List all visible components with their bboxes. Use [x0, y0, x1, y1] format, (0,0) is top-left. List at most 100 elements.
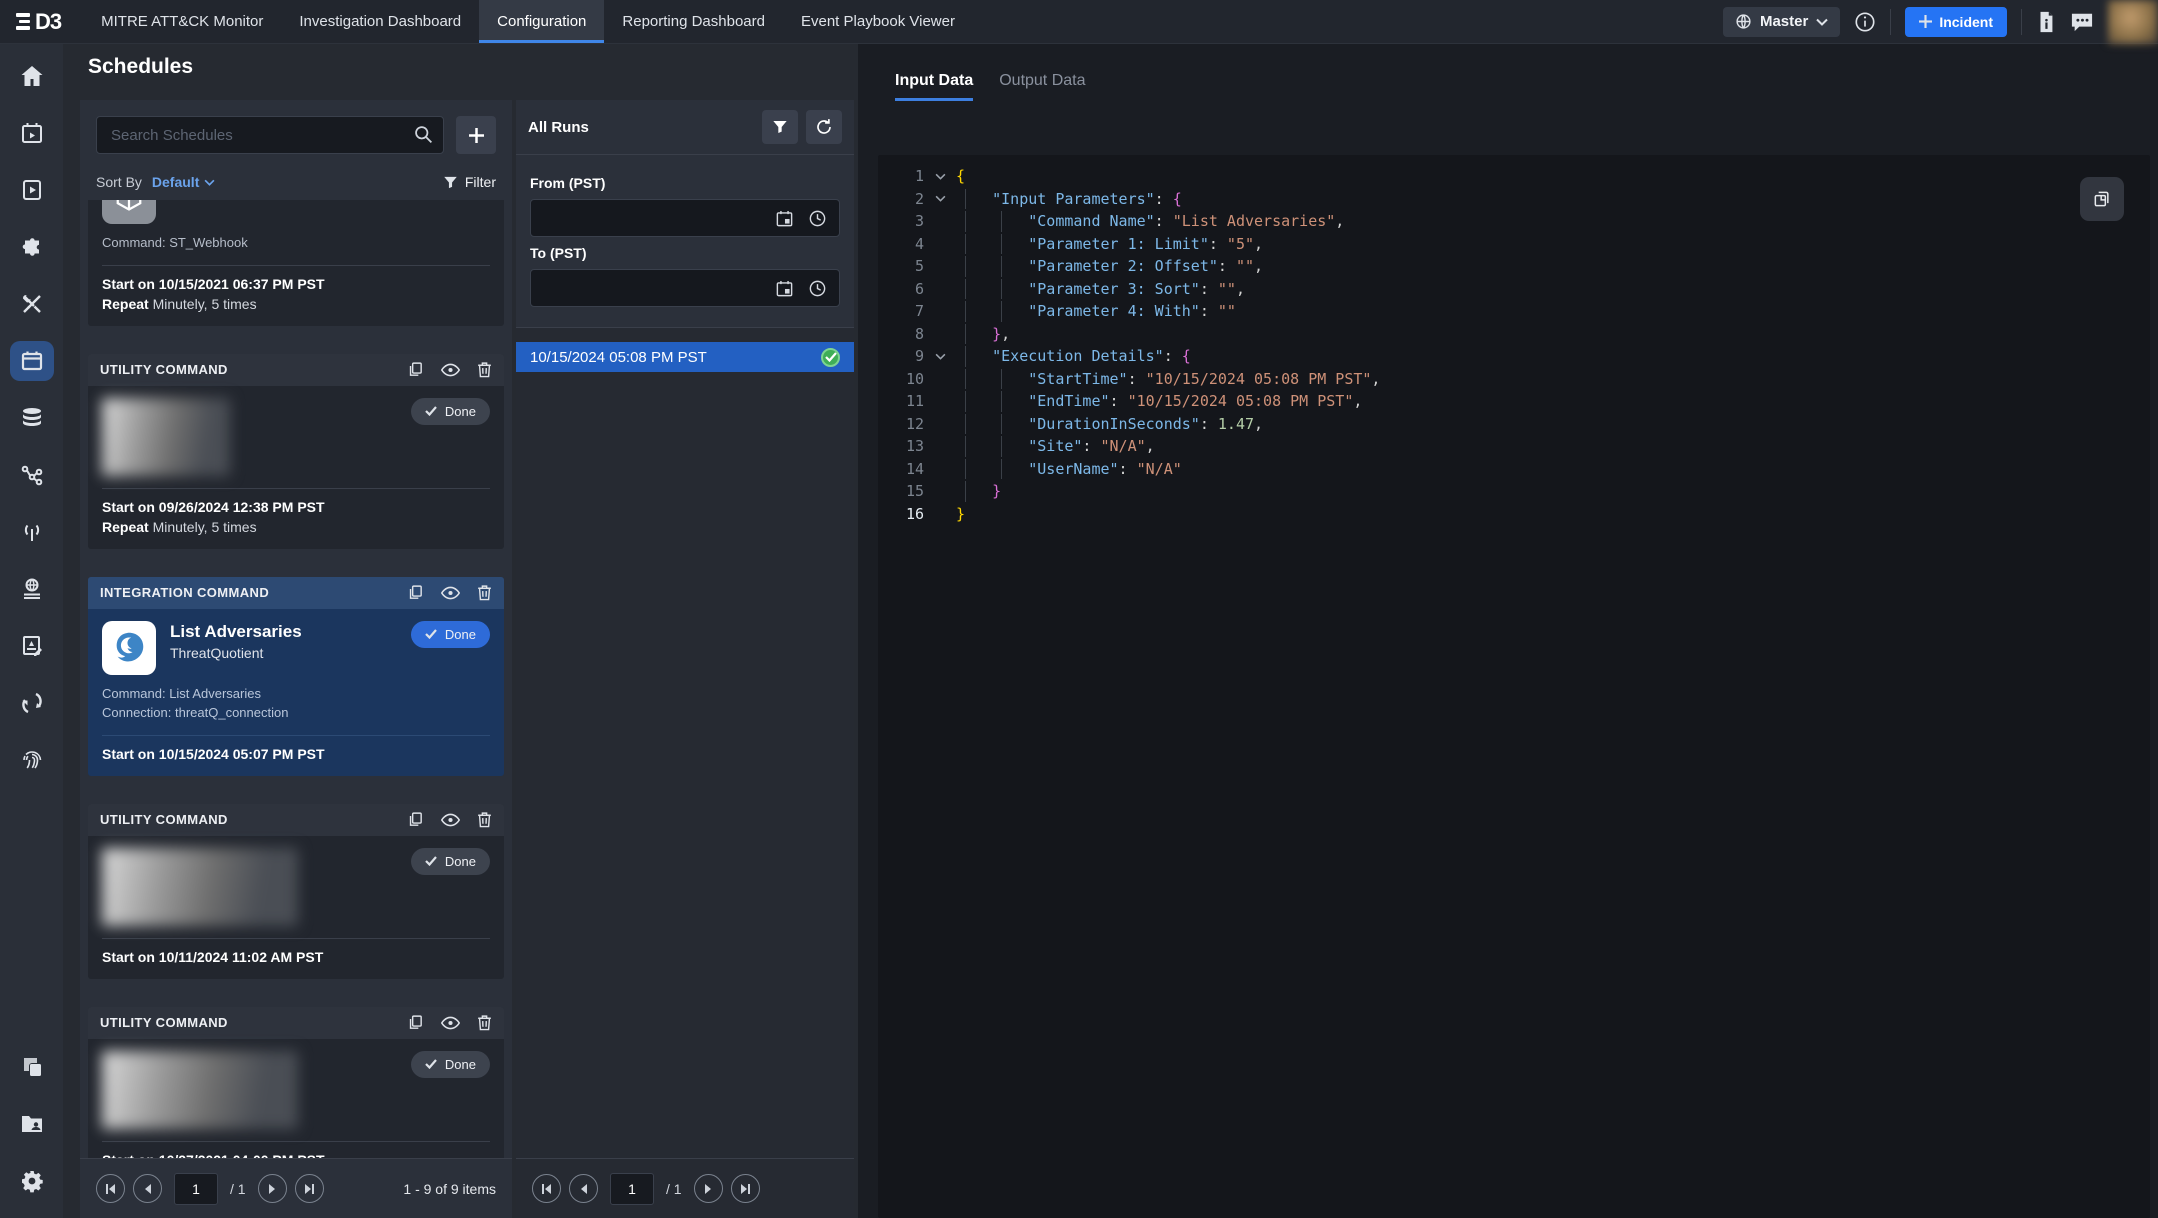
nav-item-configuration[interactable]: Configuration	[479, 0, 605, 43]
schedule-card-header: UTILITY COMMAND	[88, 1006, 504, 1039]
indent-guide	[965, 436, 967, 457]
sidebar-item-windows-copy[interactable]	[10, 1047, 54, 1087]
copy-code-button[interactable]	[2080, 177, 2124, 221]
sidebar-item-broadcast[interactable]	[10, 512, 54, 552]
calendar-icon[interactable]	[775, 209, 794, 228]
tab-output-data[interactable]: Output Data	[999, 72, 1085, 101]
sidebar-item-fingerprint[interactable]	[10, 740, 54, 780]
delete-trash-icon[interactable]	[477, 361, 492, 378]
token: ""	[1217, 279, 1236, 298]
repeat-label: Repeat Minutely, 5 times	[102, 518, 257, 535]
search-input[interactable]	[96, 116, 444, 154]
runs-refresh-button[interactable]	[806, 110, 842, 144]
schedule-card[interactable]: UTILITY COMMAND DoneStart on 10/27/2021 0…	[88, 1006, 504, 1158]
schedule-card[interactable]: –Done Command: ST_Webhook Start on 10/15/2…	[88, 200, 504, 326]
next-page-button[interactable]	[257, 1174, 287, 1203]
page-number-input[interactable]: 1	[174, 1172, 218, 1205]
first-page-button[interactable]	[96, 1174, 125, 1203]
runs-filter-button[interactable]	[762, 110, 798, 144]
nav-item-reporting-dashboard[interactable]: Reporting Dashboard	[604, 0, 783, 43]
nav-item-event-playbook-viewer[interactable]: Event Playbook Viewer	[783, 0, 973, 43]
fold-chevron-icon[interactable]	[924, 345, 956, 368]
clock-icon[interactable]	[808, 209, 827, 228]
duplicate-icon[interactable]	[407, 584, 424, 601]
indent-guide	[965, 368, 967, 389]
view-eye-icon[interactable]	[441, 584, 460, 601]
view-eye-icon[interactable]	[441, 361, 460, 378]
fold-chevron-icon[interactable]	[924, 165, 956, 188]
delete-trash-icon[interactable]	[477, 584, 492, 601]
nav-item-investigation-dashboard[interactable]: Investigation Dashboard	[281, 0, 479, 43]
fold-chevron-icon[interactable]	[924, 188, 956, 211]
sidebar-item-settings-gear[interactable]	[10, 1161, 54, 1201]
delete-trash-icon[interactable]	[477, 811, 492, 828]
line-number: 6	[914, 279, 924, 298]
token: "10/15/2024 05:08 PM PST"	[1127, 392, 1354, 410]
code-line: 15}	[878, 480, 2150, 503]
sidebar-item-home[interactable]	[10, 56, 54, 96]
schedule-card[interactable]: UTILITY COMMAND Done Start on 10/11/2024 1…	[88, 803, 504, 979]
prev-page-button[interactable]	[133, 1174, 162, 1203]
d3-logo[interactable]: D3	[0, 0, 83, 43]
page-number-input[interactable]: 1	[610, 1172, 654, 1205]
sidebar-item-event-calendar[interactable]	[10, 113, 54, 153]
sidebar-item-link-analysis[interactable]	[10, 455, 54, 495]
to-label: To (PST)	[530, 245, 587, 261]
indent-guide	[965, 233, 967, 254]
last-page-button[interactable]	[294, 1174, 324, 1203]
release-notes-icon[interactable]	[2036, 11, 2056, 33]
token: :	[1118, 459, 1137, 478]
duplicate-icon[interactable]	[407, 361, 424, 378]
token: "Parameter 4: With"	[1028, 302, 1200, 320]
view-eye-icon[interactable]	[441, 1014, 460, 1031]
first-page-button[interactable]	[532, 1174, 561, 1203]
runs-panel: All Runs From (PST) To (PST) 10/15/2024 …	[516, 100, 854, 1218]
sidebar-item-user-folder[interactable]	[10, 1104, 54, 1144]
token: ,	[1254, 257, 1264, 275]
from-datetime-input[interactable]	[530, 199, 840, 237]
sidebar-item-sync[interactable]	[10, 683, 54, 723]
to-datetime-input[interactable]	[530, 269, 840, 307]
user-avatar[interactable]	[2108, 0, 2158, 44]
add-schedule-button[interactable]	[456, 116, 496, 154]
last-page-button[interactable]	[730, 1174, 760, 1203]
prev-page-button[interactable]	[569, 1174, 598, 1203]
next-page-button[interactable]	[693, 1174, 723, 1203]
search-icon[interactable]	[413, 124, 434, 145]
schedule-card[interactable]: UTILITY COMMAND Done Start on 09/26/2024 1…	[88, 353, 504, 549]
fold-gutter	[924, 435, 956, 458]
sidebar-item-database[interactable]	[10, 398, 54, 438]
nav-item-mitre-att-ck-monitor[interactable]: MITRE ATT&CK Monitor	[83, 0, 281, 43]
schedule-card-body: Done Start on 10/11/2024 11:02 AM PST	[88, 836, 504, 979]
run-row[interactable]: 10/15/2024 05:08 PM PST	[516, 342, 854, 372]
line-number: 12	[905, 414, 924, 433]
sidebar-item-schedules-calendar[interactable]	[9, 341, 54, 381]
new-incident-button[interactable]: Incident	[1905, 6, 2007, 37]
filter-button[interactable]: Filter	[443, 174, 496, 190]
delete-trash-icon[interactable]	[477, 1014, 492, 1031]
code-line: 2 "Input Parameters": {	[878, 188, 2150, 211]
duplicate-icon[interactable]	[407, 1014, 424, 1031]
tab-input-data[interactable]: Input Data	[895, 72, 974, 101]
info-icon[interactable]	[1854, 11, 1876, 33]
sidebar-item-playbook[interactable]	[10, 170, 54, 210]
token: ""	[1235, 257, 1255, 275]
sidebar-item-web-feed[interactable]	[10, 569, 54, 609]
line-number: 10	[905, 369, 924, 388]
clock-icon[interactable]	[808, 279, 827, 298]
chat-icon[interactable]	[2070, 11, 2094, 33]
sidebar-item-utility-tools[interactable]	[10, 284, 54, 324]
token: "N/A"	[1136, 459, 1182, 478]
site-selector[interactable]: Master	[1722, 6, 1841, 37]
check-icon	[425, 629, 437, 640]
token: :	[1199, 414, 1218, 433]
sort-dropdown[interactable]: Default	[152, 174, 215, 190]
code-text: }	[956, 480, 1001, 503]
sidebar-item-integrations-puzzle[interactable]	[10, 227, 54, 267]
duplicate-icon[interactable]	[407, 811, 424, 828]
schedule-card[interactable]: INTEGRATION COMMAND List Adversaries Threa…	[88, 576, 504, 776]
calendar-icon[interactable]	[775, 279, 794, 298]
run-success-icon	[821, 347, 840, 367]
sidebar-item-report-editor[interactable]	[10, 626, 54, 666]
view-eye-icon[interactable]	[441, 811, 460, 828]
